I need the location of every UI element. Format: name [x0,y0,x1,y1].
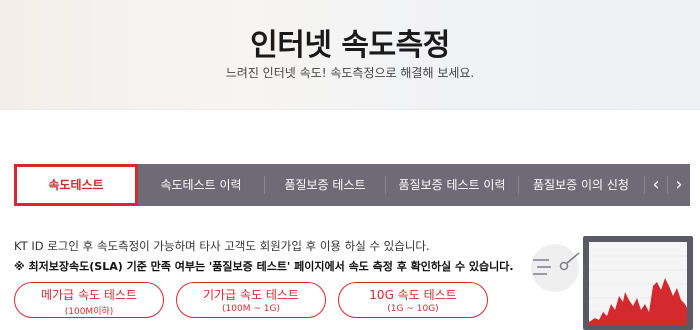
button-range: (100M이하) [64,307,114,317]
button-range: (1G ~ 10G) [387,304,439,314]
button-label: 10G 속도 테스트 [369,288,457,302]
page-header: 인터넷 속도측정 느려진 인터넷 속도! 속도측정으로 해결해 보세요. [0,0,700,110]
tab-prev-arrow-icon[interactable]: ‹ [645,164,667,206]
monitor-graph-icon [583,236,693,330]
button-range: (100M ~ 1G) [222,304,280,314]
sla-notice: ※ 최저보장속도(SLA) 기준 만족 여부는 '품질보증 테스트' 페이지에서… [14,260,514,273]
button-label: 기가급 속도 테스트 [203,288,299,302]
tab-quality-objection[interactable]: 품질보증 이의 신청 [519,164,643,206]
giga-speed-test-button[interactable]: 기가급 속도 테스트 (100M ~ 1G) [176,282,326,318]
tab-next-arrow-icon[interactable]: › [668,164,690,206]
tab-quality-test-history[interactable]: 품질보증 테스트 이력 [386,164,518,206]
speed-test-illustration [531,236,693,330]
page-title: 인터넷 속도측정 [250,28,450,63]
login-notice: KT ID 로그인 후 속도측정이 가능하며 타사 고객도 회원가입 후 이용 … [14,239,430,253]
gauge-background [531,244,579,292]
button-label: 메가급 속도 테스트 [41,288,137,302]
page-subtitle: 느려진 인터넷 속도! 속도측정으로 해결해 보세요. [225,66,475,80]
tab-quality-test[interactable]: 품질보증 테스트 [265,164,385,206]
tab-speed-test-history[interactable]: 속도테스트 이력 [138,164,264,206]
tab-speed-test[interactable]: 속도테스트 [14,164,138,206]
tab-bar: 속도테스트 속도테스트 이력 품질보증 테스트 품질보증 테스트 이력 품질보증… [14,164,690,206]
10g-speed-test-button[interactable]: 10G 속도 테스트 (1G ~ 10G) [338,282,488,318]
mega-speed-test-button[interactable]: 메가급 속도 테스트 (100M이하) [14,282,164,318]
